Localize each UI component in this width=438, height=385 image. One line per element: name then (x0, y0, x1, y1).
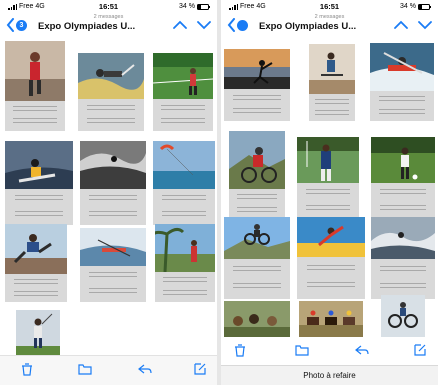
photo-crowd (224, 301, 290, 337)
photo-card[interactable] (5, 224, 67, 302)
chevron-up-icon[interactable] (173, 20, 187, 30)
photo-card[interactable] (224, 49, 290, 121)
back-chevron-icon[interactable] (227, 18, 237, 32)
photo-card[interactable] (153, 53, 213, 131)
photo-card[interactable] (309, 44, 355, 121)
photo-bmx-sky (224, 217, 290, 259)
photo-kitesurf-1 (5, 141, 73, 189)
photo-golf (16, 310, 60, 355)
trash-icon[interactable] (233, 343, 247, 357)
photo-athlete-silhouette (224, 49, 290, 89)
thread-title: Expo Olympiades U... (259, 21, 357, 32)
photo-canoe-slalom (370, 43, 434, 91)
battery-icon (197, 3, 210, 10)
photo-card[interactable] (299, 301, 363, 337)
photo-card[interactable] (224, 301, 290, 337)
photo-bike-trick (381, 295, 425, 337)
photo-card[interactable] (297, 137, 359, 219)
photo-card[interactable] (229, 131, 285, 219)
photo-skate-jump (309, 44, 355, 94)
trash-icon[interactable] (20, 362, 34, 376)
nav-bar: 2 messages Expo Olympiades U... (221, 13, 438, 37)
photo-sheet (0, 37, 217, 355)
chevron-down-icon[interactable] (418, 20, 432, 30)
folder-icon[interactable] (295, 343, 309, 357)
status-bar: Free 4G 16:51 34 % (221, 0, 438, 13)
photo-card[interactable] (153, 141, 215, 225)
compose-icon[interactable] (193, 362, 207, 376)
photo-beach-kite (153, 141, 215, 189)
photo-sea-kayak (80, 228, 146, 266)
photo-kite-surf-2 (371, 217, 435, 259)
battery-icon (418, 3, 431, 10)
status-bar: Free 4G 16:51 34 % (0, 0, 217, 13)
photo-sheet (221, 37, 438, 337)
thread-title: Expo Olympiades U... (38, 21, 136, 32)
photo-dive (297, 217, 365, 257)
photo-runner (5, 41, 65, 101)
photo-card[interactable] (78, 53, 144, 131)
photo-card[interactable] (155, 224, 215, 302)
photo-card[interactable] (297, 217, 365, 299)
photo-mountain-bike (229, 131, 285, 189)
left-screen: Free 4G 16:51 34 % 3 2 messages Expo Oly… (0, 0, 217, 385)
photo-tennis (153, 53, 213, 99)
reply-icon[interactable] (355, 343, 369, 357)
unread-badge[interactable] (237, 20, 248, 31)
photo-breakdance (5, 224, 67, 274)
battery-text: 34 % (179, 3, 195, 10)
popup-label[interactable]: Photo à refaire (303, 371, 355, 380)
photo-card[interactable] (16, 310, 60, 355)
chevron-up-icon[interactable] (394, 20, 408, 30)
reply-icon[interactable] (138, 362, 152, 376)
photo-card[interactable] (5, 141, 73, 225)
photo-football (371, 137, 435, 183)
chevron-down-icon[interactable] (197, 20, 211, 30)
photo-card[interactable] (371, 217, 435, 299)
photo-card[interactable] (224, 217, 290, 299)
photo-horse-race (299, 301, 363, 337)
photo-card[interactable] (80, 141, 146, 225)
photo-card[interactable] (5, 41, 65, 131)
bottom-toolbar (221, 337, 438, 365)
photo-surf-bw (80, 141, 146, 189)
back-chevron-icon[interactable] (6, 18, 16, 32)
action-popup[interactable]: Photo à refaire (221, 365, 438, 385)
photo-triathlon-swim (78, 53, 144, 99)
photo-rugby (297, 137, 359, 183)
photo-card[interactable] (370, 43, 434, 121)
bottom-toolbar (0, 355, 217, 385)
photo-palm-sport (155, 224, 215, 272)
battery-text: 34 % (400, 3, 416, 10)
nav-bar: 3 2 messages Expo Olympiades U... (0, 13, 217, 37)
photo-card[interactable] (371, 137, 435, 219)
photo-card[interactable] (381, 295, 425, 337)
folder-icon[interactable] (78, 362, 92, 376)
compose-icon[interactable] (413, 343, 427, 357)
photo-card[interactable] (80, 228, 146, 302)
unread-badge[interactable]: 3 (16, 20, 27, 31)
right-screen: Free 4G 16:51 34 % 2 messages Expo Olymp… (221, 0, 438, 385)
